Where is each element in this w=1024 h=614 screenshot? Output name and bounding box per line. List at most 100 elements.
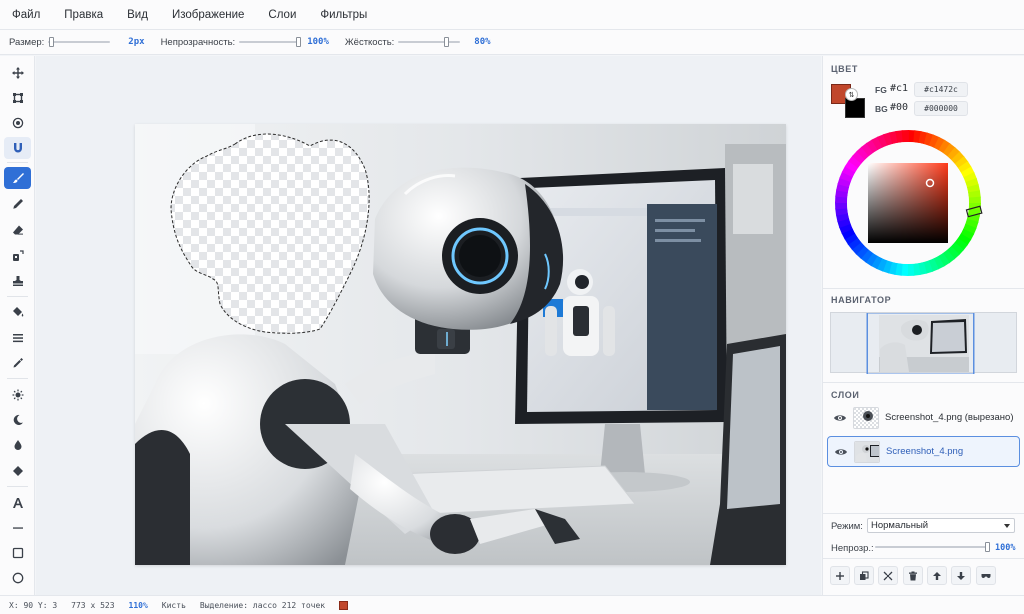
swap-colors-button[interactable]: ⇅ — [845, 88, 858, 101]
hardness-slider[interactable] — [398, 36, 461, 48]
pencil-tool[interactable] — [4, 193, 31, 215]
layer-item-cutout[interactable]: Screenshot_4.png (вырезано) — [827, 402, 1020, 433]
hue-segment — [968, 196, 981, 204]
brush-tool[interactable] — [4, 167, 31, 189]
text-tool[interactable] — [4, 492, 31, 514]
text-icon — [12, 498, 23, 508]
swap-icon: ⇅ — [848, 91, 855, 99]
clone-tool[interactable] — [4, 245, 31, 267]
size-slider-knob[interactable] — [49, 37, 55, 47]
duplicate-layer-button[interactable] — [854, 566, 874, 585]
size-label: Размер: — [9, 36, 45, 48]
hue-segment — [907, 263, 915, 276]
blend-mode-select[interactable]: Нормальный — [867, 518, 1015, 533]
sharpen-tool[interactable] — [4, 460, 31, 482]
selection-info: Выделение: лассо 212 точек — [199, 600, 326, 610]
ellipse-select-tool[interactable] — [4, 112, 31, 134]
hue-segment — [901, 130, 909, 143]
move-tool[interactable] — [4, 62, 31, 84]
eyedropper-tool[interactable] — [4, 352, 31, 374]
hardness-slider-track — [398, 41, 461, 43]
layer-opacity-slider[interactable] — [875, 541, 990, 553]
opacity-slider[interactable] — [239, 36, 302, 48]
stamp-tool[interactable] — [4, 270, 31, 292]
eyedropper-icon — [13, 358, 23, 368]
fg-label: FG — [875, 85, 887, 95]
bg-hex-input[interactable]: #00 — [890, 102, 908, 113]
arrow-down-icon — [957, 571, 965, 580]
layer-name: Screenshot_4.png (вырезано) — [885, 412, 1014, 423]
magnet-icon — [13, 143, 22, 153]
diamond-icon — [12, 466, 23, 476]
panel-divider — [823, 288, 1024, 289]
panel-divider — [823, 382, 1024, 383]
hardness-slider-knob[interactable] — [443, 37, 449, 47]
bg-hex-field[interactable]: #000000 — [914, 101, 968, 116]
zoom-level[interactable]: 110% — [129, 601, 148, 610]
tool-palette — [0, 56, 35, 595]
blur-tool[interactable] — [4, 434, 31, 456]
eye-icon[interactable] — [834, 447, 848, 457]
menu-file[interactable]: Файл — [12, 9, 40, 21]
color-panel-title: ЦВЕТ — [831, 64, 858, 74]
layer-name: Screenshot_4.png — [886, 446, 964, 457]
size-slider-track — [48, 41, 111, 43]
color-wheel[interactable] — [833, 128, 983, 278]
layer-item-base[interactable]: Screenshot_4.png — [827, 436, 1020, 467]
eraser-tool[interactable] — [4, 219, 31, 241]
blend-mode-value: Нормальный — [871, 520, 929, 531]
hue-segment — [835, 202, 848, 210]
delete-layer-button[interactable] — [903, 566, 923, 585]
size-slider[interactable] — [48, 36, 111, 48]
brush-icon — [12, 173, 24, 183]
magnet-lasso-tool[interactable] — [4, 137, 31, 159]
navigator-thumbnail — [866, 312, 975, 375]
burn-tool[interactable] — [4, 409, 31, 431]
bucket-icon — [12, 307, 23, 317]
layer-mask-button[interactable] — [976, 566, 996, 585]
layer-opacity-value: 100% — [995, 543, 1016, 553]
robot-photo — [135, 124, 786, 565]
bg-swatch[interactable] — [845, 98, 865, 118]
canvas-viewport[interactable] — [36, 56, 821, 595]
menu-filters[interactable]: Фильтры — [320, 9, 367, 21]
menu-image[interactable]: Изображение — [172, 9, 244, 21]
line-tool[interactable] — [4, 517, 31, 539]
add-layer-button[interactable] — [830, 566, 850, 585]
menu-edit[interactable]: Правка — [64, 9, 103, 21]
hardness-value: 80% — [474, 37, 491, 47]
circle-icon — [12, 572, 23, 584]
copy-icon — [860, 570, 869, 580]
bg-label: BG — [875, 104, 888, 114]
merge-layer-button[interactable] — [878, 566, 898, 585]
menu-bar: Файл Правка Вид Изображение Слои Фильтры — [0, 0, 1024, 30]
stamp-icon — [12, 276, 23, 286]
size-value: 2px — [128, 37, 145, 47]
trash-icon — [909, 571, 917, 580]
menu-view[interactable]: Вид — [127, 9, 148, 21]
fill-tool[interactable] — [4, 301, 31, 323]
dodge-tool[interactable] — [4, 384, 31, 406]
navigator-title: НАВИГАТОР — [831, 295, 892, 305]
ellipse-tool[interactable] — [4, 567, 31, 589]
crop-tool[interactable] — [4, 87, 31, 109]
opacity-slider-knob[interactable] — [296, 37, 302, 47]
move-layer-down-button[interactable] — [951, 566, 971, 585]
eye-icon[interactable] — [833, 413, 847, 423]
canvas-image[interactable] — [135, 124, 786, 565]
rect-tool[interactable] — [4, 542, 31, 564]
fg-hex-input[interactable]: #c1 — [890, 83, 908, 94]
layer-opacity-knob[interactable] — [985, 542, 990, 552]
right-panel: ЦВЕТ ⇅ FG #c1 #c1472c BG #00 #000000 НАВ… — [822, 56, 1024, 595]
toolbar-divider — [7, 162, 28, 163]
moon-icon — [13, 414, 23, 425]
mask-icon — [981, 573, 991, 578]
toolbar-divider — [7, 378, 28, 379]
navigator-preview[interactable] — [830, 312, 1017, 375]
pencil-icon — [12, 199, 23, 209]
move-layer-up-button[interactable] — [927, 566, 947, 585]
blend-mode-label: Режим: — [831, 521, 863, 532]
menu-layers[interactable]: Слои — [268, 9, 296, 21]
gradient-tool[interactable] — [4, 327, 31, 349]
fg-hex-field[interactable]: #c1472c — [914, 82, 968, 97]
